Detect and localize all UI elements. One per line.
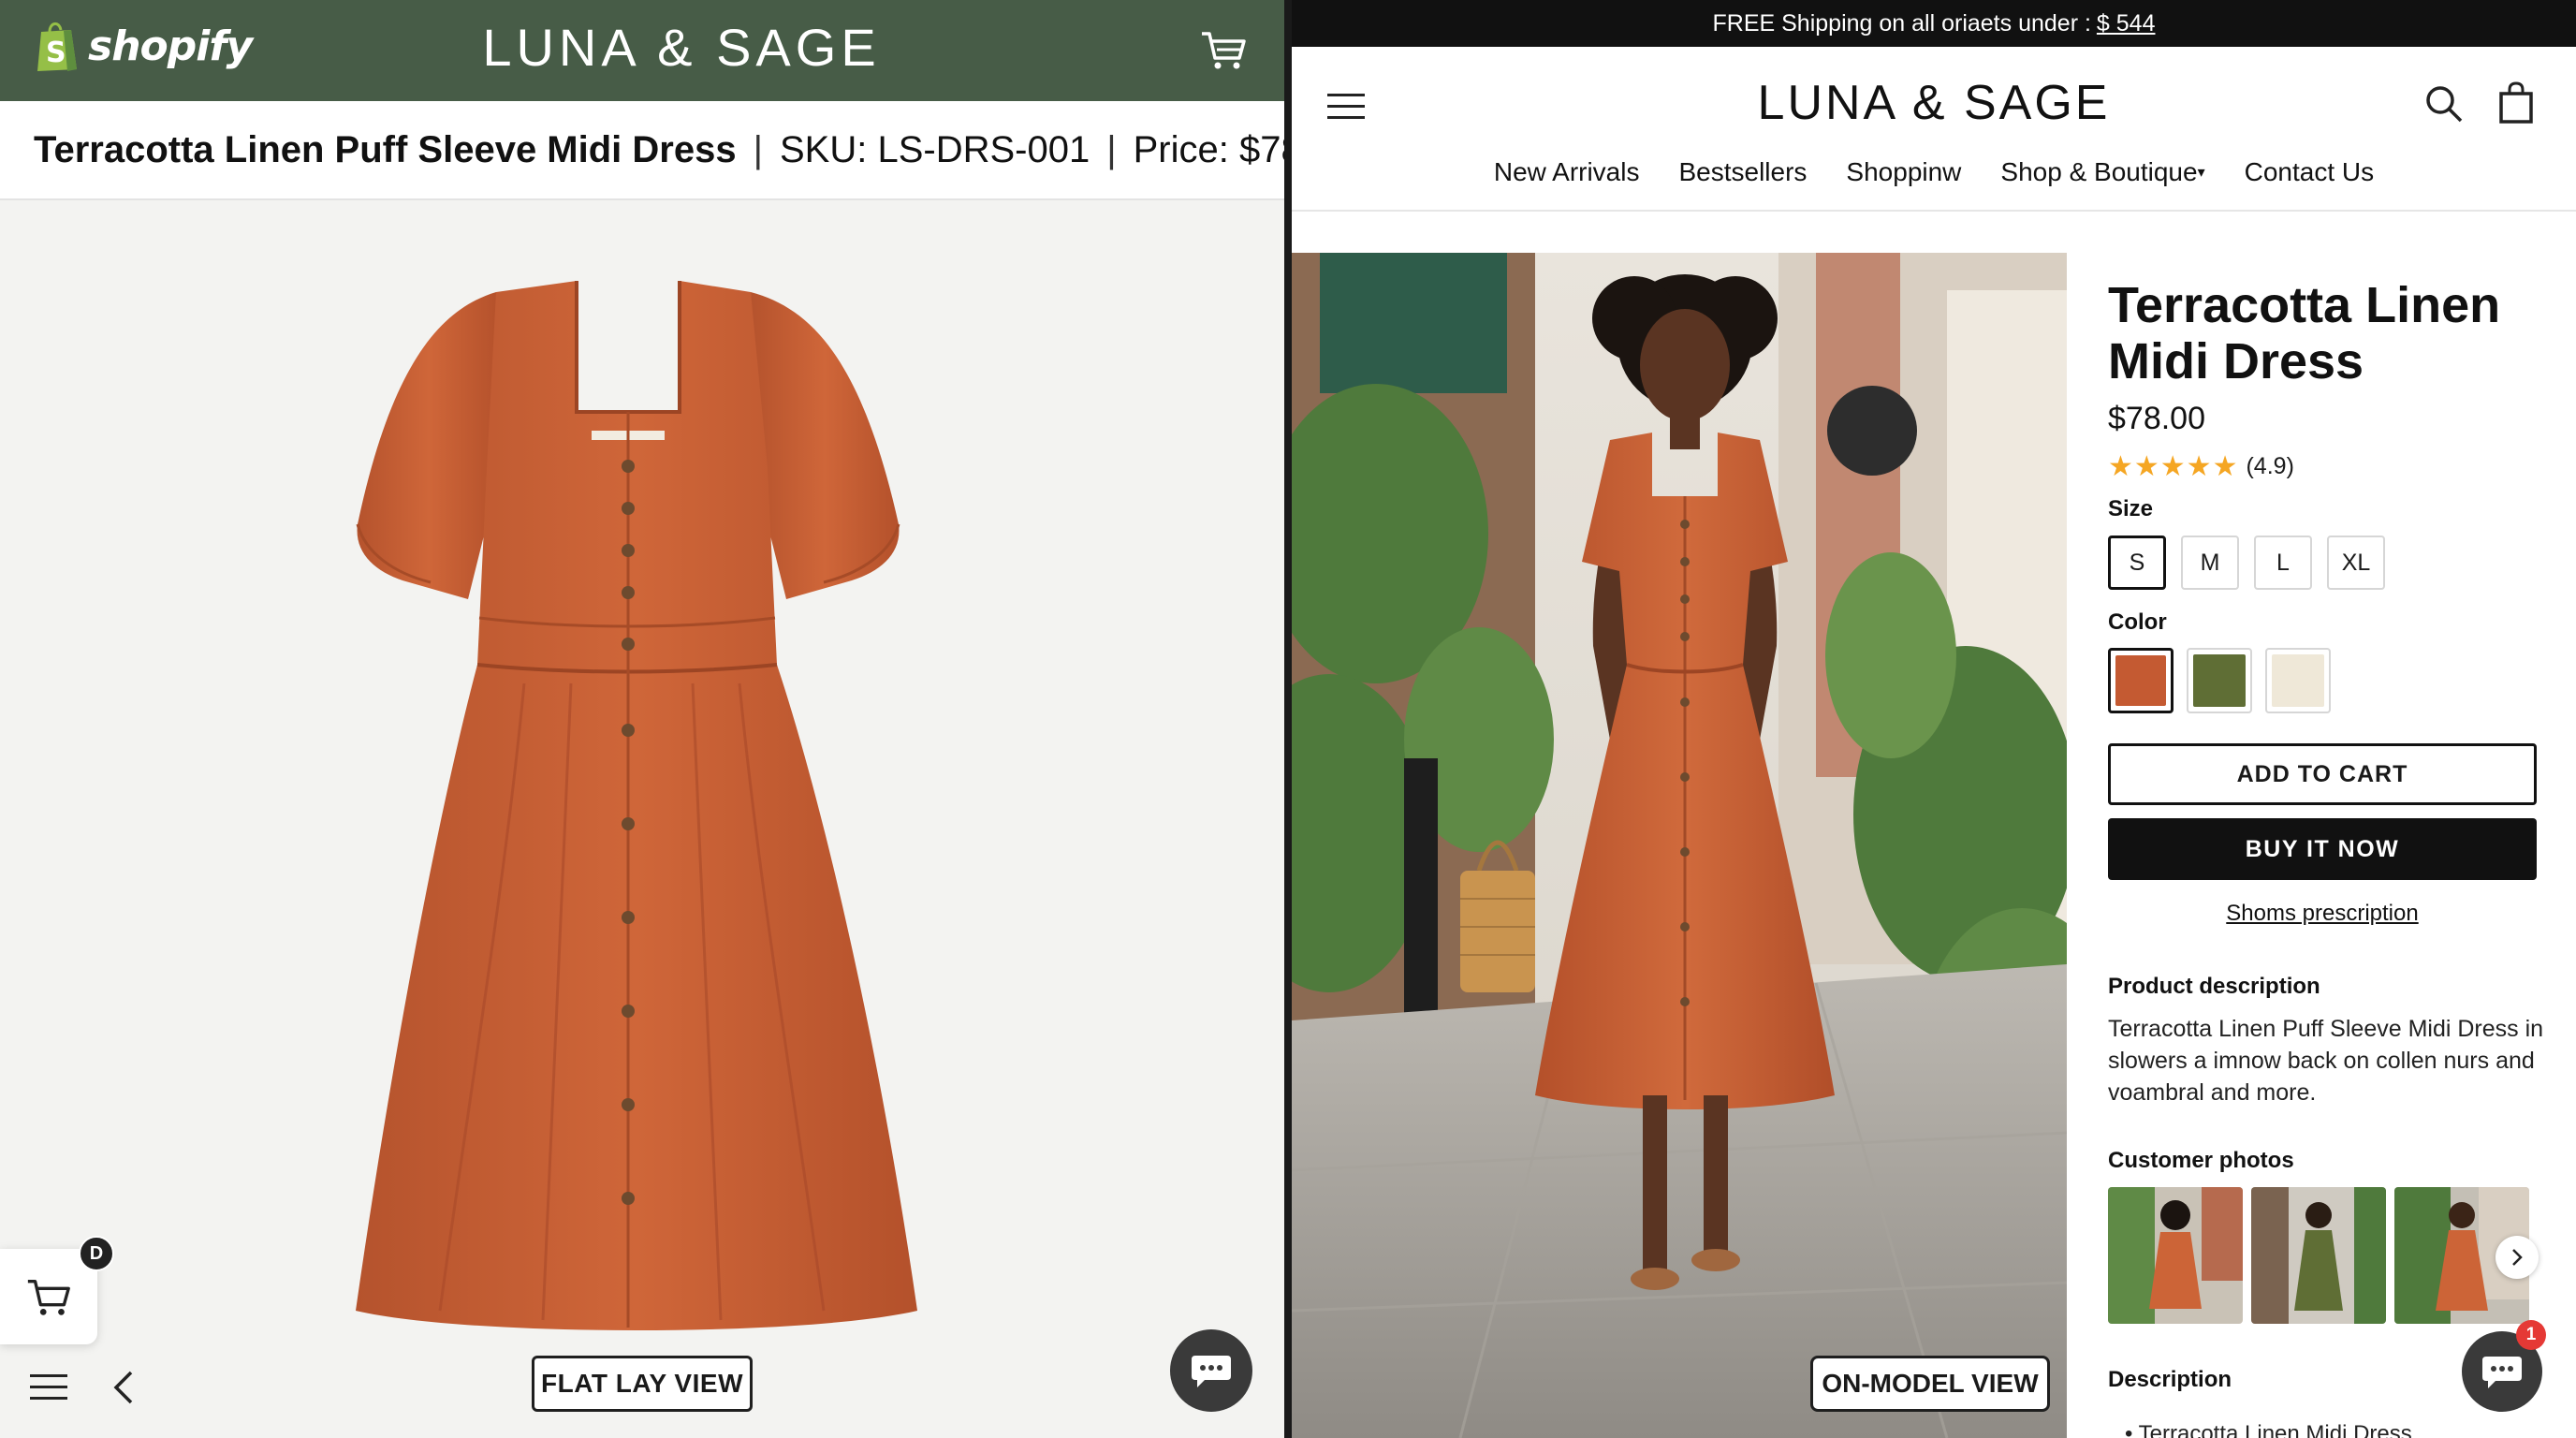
- color-swatch-olive[interactable]: [2187, 648, 2252, 713]
- chevron-left-icon[interactable]: [110, 1369, 137, 1406]
- product-sku: SKU: LS-DRS-001: [779, 128, 1090, 170]
- secondary-link[interactable]: Shoms prescription: [2108, 901, 2537, 927]
- product-price: Price: $78.00: [1133, 128, 1284, 170]
- flat-lay-view-label[interactable]: FLAT LAY VIEW: [532, 1356, 753, 1412]
- store-brand-title[interactable]: LUNA & SAGE: [1292, 75, 2576, 131]
- swatch-fill: [2193, 654, 2246, 707]
- shopping-cart-icon: [27, 1279, 70, 1315]
- color-selector: [2108, 648, 2331, 713]
- chevron-right-icon: [2512, 1249, 2523, 1266]
- storefront-panel: FREE Shipping on all oriaets under : $ 5…: [1292, 0, 2576, 1438]
- nav-item-new-arrivals[interactable]: New Arrivals: [1494, 157, 1640, 187]
- chat-bubble-icon: [1192, 1356, 1231, 1387]
- customer-photo[interactable]: [2108, 1187, 2243, 1324]
- size-option-xl[interactable]: XL: [2327, 536, 2385, 590]
- star-rating-icon: ★★★★★: [2108, 451, 2239, 482]
- size-label: Size: [2108, 496, 2154, 521]
- announcement-text: FREE Shipping on all oriaets under :: [1712, 9, 2091, 37]
- flat-lay-panel: S shopify LUNA & SAGE Terracotta Linen P…: [0, 0, 1284, 1438]
- product-info-bar: Terracotta Linen Puff Sleeve Midi Dress …: [0, 101, 1284, 200]
- chat-bubble-icon: [2482, 1357, 2522, 1388]
- product-price: $78.00: [2108, 401, 2205, 436]
- chevron-down-icon: ▾: [2197, 165, 2205, 181]
- description-list-item: • Terracotta Linen Midi Dress: [2125, 1421, 2412, 1438]
- swatch-fill: [2115, 655, 2166, 706]
- chat-bubble-button[interactable]: [1170, 1329, 1252, 1412]
- nav-item-shop-boutique[interactable]: Shop & Boutique▾: [2000, 157, 2204, 187]
- nav-item-bestsellers[interactable]: Bestsellers: [1678, 157, 1807, 187]
- search-icon[interactable]: [2424, 84, 2464, 124]
- size-option-l[interactable]: L: [2254, 536, 2312, 590]
- buy-now-button[interactable]: BUY IT NOW: [2108, 818, 2537, 880]
- size-option-s[interactable]: S: [2108, 536, 2166, 590]
- shopping-bag-icon[interactable]: [2497, 81, 2535, 124]
- product-title: Terracotta Linen Midi Dress: [2108, 277, 2501, 389]
- on-model-view-label[interactable]: ON-MODEL VIEW: [1810, 1356, 2050, 1412]
- shopping-cart-icon[interactable]: [1198, 24, 1249, 75]
- announcement-link[interactable]: $ 544: [2097, 10, 2156, 37]
- nav-item-contact-us[interactable]: Contact Us: [2245, 157, 2375, 187]
- color-swatch-cream[interactable]: [2265, 648, 2331, 713]
- panel-divider: [1284, 0, 1292, 1438]
- header-divider: [1292, 210, 2576, 212]
- customer-photo[interactable]: [2251, 1187, 2386, 1324]
- carousel-next-button[interactable]: [2496, 1236, 2539, 1279]
- size-selector: S M L XL: [2108, 536, 2385, 590]
- cart-badge: D: [79, 1236, 114, 1271]
- product-rating[interactable]: ★★★★★ (4.9): [2108, 450, 2539, 483]
- add-to-cart-button[interactable]: ADD TO CART: [2108, 743, 2537, 805]
- separator: |: [753, 128, 763, 170]
- admin-header: S shopify LUNA & SAGE: [0, 0, 1284, 101]
- nav-item-label: Shop & Boutique: [2000, 157, 2198, 186]
- product-description-text: Terracotta Linen Puff Sleeve Midi Dress …: [2108, 1016, 2544, 1106]
- customer-photos-heading: Customer photos: [2108, 1148, 2294, 1173]
- product-description-heading: Product description: [2108, 974, 2320, 999]
- notification-badge: 1: [2516, 1320, 2546, 1350]
- rating-value: (4.9): [2246, 453, 2294, 479]
- product-details: Terracotta Linen Midi Dress $78.00 ★★★★★…: [2108, 277, 2539, 483]
- customer-photos-carousel: [2108, 1187, 2529, 1324]
- product-title: Terracotta Linen Puff Sleeve Midi Dress: [34, 128, 737, 170]
- nav-item-shopping[interactable]: Shoppinw: [1846, 157, 1961, 187]
- main-nav: New Arrivals Bestsellers Shoppinw Shop &…: [1292, 157, 2576, 187]
- size-option-m[interactable]: M: [2181, 536, 2239, 590]
- swatch-fill: [2272, 654, 2324, 707]
- separator: |: [1106, 128, 1117, 170]
- color-swatch-terracotta[interactable]: [2108, 648, 2174, 713]
- description-heading: Description: [2108, 1367, 2232, 1392]
- on-model-product-image: [1292, 253, 2067, 1438]
- hamburger-menu-icon[interactable]: [30, 1372, 67, 1402]
- store-brand-title: LUNA & SAGE: [482, 18, 881, 77]
- announcement-bar: FREE Shipping on all oriaets under : $ 5…: [1292, 0, 2576, 47]
- color-label: Color: [2108, 609, 2167, 635]
- flat-lay-dress-image: [356, 281, 917, 1330]
